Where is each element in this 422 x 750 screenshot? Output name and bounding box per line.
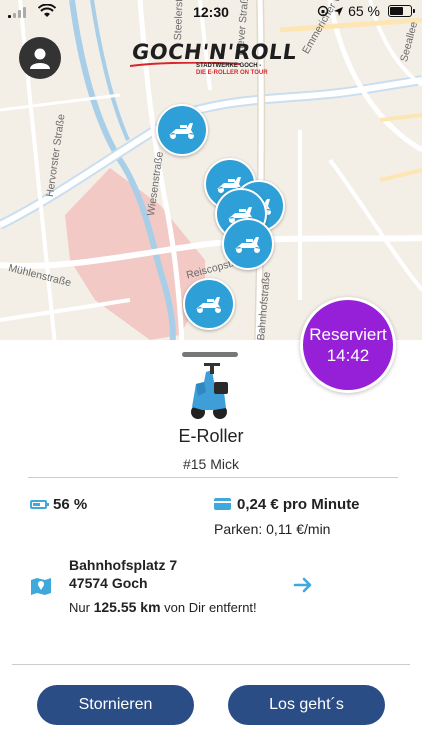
scooter-icon — [235, 237, 260, 253]
battery-icon — [388, 5, 415, 17]
address-city: 47574 Goch — [69, 575, 148, 591]
parking-price: Parken: 0,11 €/min — [214, 521, 331, 537]
battery-percent: 65 % — [348, 3, 380, 19]
logo-brand: GOCH'N'ROLL — [130, 40, 299, 64]
address-street: Bahnhofsplatz 7 — [69, 557, 178, 573]
scooter-icon — [169, 123, 194, 139]
distance-prefix: Nur — [69, 600, 90, 615]
logo-tagline-line1: STADTWERKE GOCH - — [196, 63, 262, 69]
logo-tagline: STADTWERKE GOCH - DIE E-ROLLER ON TOUR — [196, 63, 268, 77]
status-bar: 12:30 65 % — [0, 0, 422, 24]
scooter-marker[interactable] — [183, 278, 235, 330]
location-arrow-icon — [334, 6, 344, 16]
status-right: 65 % — [317, 3, 415, 19]
reservation-label: Reserviert — [309, 325, 387, 344]
vehicle-battery-icon — [30, 500, 49, 509]
cancel-reservation-button[interactable]: Stornieren — [37, 685, 194, 725]
distance-suffix: von Dir entfernt! — [164, 600, 257, 615]
reservation-timer-badge: Reserviert 14:42 — [300, 297, 396, 393]
vehicle-type: E-Roller — [178, 426, 244, 446]
divider — [12, 664, 410, 665]
map-location-icon — [31, 578, 51, 595]
divider — [28, 477, 398, 478]
distance-value: 125.55 km — [93, 599, 161, 615]
profile-button[interactable] — [19, 37, 61, 79]
user-icon — [30, 48, 50, 69]
credit-card-icon — [214, 498, 231, 510]
scooter-marker[interactable] — [156, 104, 208, 156]
start-ride-button[interactable]: Los geht´s — [228, 685, 385, 725]
scooter-icon — [196, 297, 221, 313]
vehicle-battery-text: 56 % — [53, 496, 88, 513]
scooter-image — [191, 363, 228, 419]
sheet-drag-handle[interactable] — [182, 352, 238, 357]
scooter-marker[interactable] — [222, 218, 274, 270]
price-per-minute: 0,24 € pro Minute — [237, 496, 360, 513]
app-logo: GOCH'N'ROLL STADTWERKE GOCH - DIE E-ROLL… — [126, 36, 299, 80]
vehicle-battery-level — [33, 503, 40, 506]
logo-tagline-line2: DIE E-ROLLER ON TOUR — [196, 70, 268, 76]
distance-info: Nur 125.55 km von Dir entfernt! — [69, 599, 257, 615]
reservation-countdown: 14:42 — [326, 346, 370, 365]
map-view[interactable]: Hervorster Straße Wiesenstraße Mühlenstr… — [0, 0, 422, 345]
orientation-lock-icon — [317, 5, 329, 17]
navigate-arrow-icon[interactable] — [292, 574, 314, 596]
vehicle-id: #15 Mick — [182, 456, 240, 472]
